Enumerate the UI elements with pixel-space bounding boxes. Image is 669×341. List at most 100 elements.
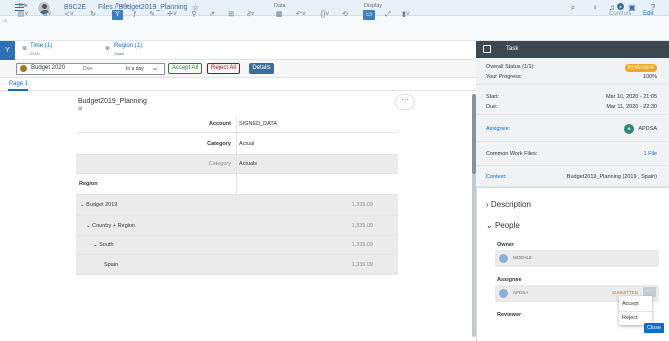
overall-status-label: Overall Status (1/1): [486,64,535,70]
tab-page-1[interactable]: Page 1 [9,81,28,87]
row-value: 1,339.09 [351,223,373,229]
undo-icon[interactable]: ↶˅ [294,10,308,20]
refresh-icon[interactable]: ↻ [88,10,98,20]
fullscreen-icon[interactable]: ⤢ [383,10,393,20]
region-header-value [236,174,398,194]
row-value: SIGNED_DATA [236,116,398,132]
row-header: Category [207,141,231,147]
table-icon[interactable]: ▦ [274,10,284,20]
assignee-card-avatar-icon [499,289,508,298]
bookmark-icon[interactable]: ▮˅ [399,10,413,20]
table-row[interactable]: ⌄ South 1,339.09 [76,236,398,255]
files-label: Common Work Files: [486,151,538,157]
notification-badge: ● [617,3,624,10]
table-row[interactable]: ⌄ Country + Region 1,339.09 [76,216,398,236]
version-dot-icon [20,65,27,72]
filter-region-sub: Spain [114,51,125,56]
table-row[interactable]: ⌄ Budget 2019 1,339.09 [76,195,398,216]
filter-time-sub: 2019 [30,51,39,56]
more-options-button[interactable]: ··· [396,95,414,109]
menu-accept[interactable]: Accept [622,301,639,307]
group-file-label: File [19,3,28,9]
group-tools-label: Tools [116,3,129,9]
close-button[interactable]: Close [644,323,664,333]
filter-token-icon: ⊗ [105,46,111,52]
filter-region-title[interactable]: Region (1) [114,43,142,49]
trend-icon[interactable]: ↗ [207,10,217,20]
table-row: Category Actual [76,133,398,155]
table-title: Budget2019_Planning [78,98,147,105]
filter-token-icon: ⊗ [22,46,28,52]
description-label: Description [490,200,531,209]
task-panel-header [476,41,669,58]
history-icon[interactable]: ⟲ [340,10,350,20]
row-value: 1,339.09 [351,262,373,268]
version-name: Budget 2020 [31,65,66,71]
due-date-label: Due: [486,104,498,110]
status-badge: IN REVIEW [624,64,657,72]
table-row[interactable]: Spain 1,339.09 [76,255,398,275]
table-row: Region [76,174,398,195]
search-icon[interactable]: ⌕ [568,3,578,13]
due-value: In a day [126,66,144,72]
row-value: Actual [236,133,398,154]
save-icon[interactable]: ▤˅ [16,10,30,20]
filter-toggle-icon[interactable]: Y [0,41,15,60]
toolbar [0,16,669,41]
collapse-toolbar-icon[interactable]: ^ [4,20,7,26]
menu-reject[interactable]: Reject [622,315,638,321]
assignee-section-label: Assignee [497,277,522,283]
menu-divider [619,311,652,312]
chart-icon[interactable]: ⚲ [189,10,199,20]
share-icon[interactable]: ≺˅ [62,10,76,20]
edit-icon[interactable]: ✎ [147,10,157,20]
task-icon [483,45,491,53]
row-header: Category [208,161,231,167]
filter-bar [0,41,476,60]
link-icon[interactable]: ∂˅ [244,10,258,20]
page-bar [0,78,476,91]
row-value: 1,339.09 [351,242,373,248]
edit-link[interactable]: Edit [643,11,653,17]
divider [476,187,669,188]
comment-icon[interactable]: ▭ [363,10,375,20]
row-label[interactable]: ⌄ Budget 2019 [80,195,117,216]
start-value: Mar 10, 2020 - 21:05 [605,94,657,100]
filter-icon[interactable]: Y [112,10,123,20]
filter-time-title[interactable]: Time (1) [30,43,52,49]
lightbulb-icon[interactable]: ♀ [590,3,600,13]
group-display-label: Display [364,3,383,9]
row-label[interactable]: ⌄ Country + Region [86,216,135,236]
task-panel-title: Task [506,46,519,52]
assignee-status: SUBMITTED [612,290,639,295]
row-label[interactable]: ⌄ South [93,236,114,255]
due-date-value: Mar 11, 2020 - 22:30 [606,104,657,110]
grid-icon[interactable]: ⊞ [226,10,236,20]
row-label-text: Budget 2019 [86,202,118,208]
region-header: Region [79,181,98,187]
people-toggle[interactable]: ⌄ People [486,221,520,230]
dates-section [476,85,669,115]
owner-label: Owner [497,242,515,248]
accept-all-button[interactable]: Accept All [168,63,202,74]
row-label[interactable]: Spain [104,255,118,275]
due-label: Due: [83,66,94,72]
brackets-icon[interactable]: {}˅ [318,10,332,20]
context-label: Context: [486,174,507,180]
description-toggle[interactable]: › Description [486,200,531,209]
row-header: Account [209,121,231,127]
files-link[interactable]: 1 File [644,151,657,157]
chevron-down-icon[interactable]: ⌄ [152,64,158,72]
controls-link[interactable]: Controls [609,11,631,17]
details-button[interactable]: Details [249,63,274,74]
reviewer-label: Reviewer [497,312,522,318]
people-label: People [494,221,520,230]
reject-all-button[interactable]: Reject All [207,63,240,74]
assignee-avatar-icon: ● [624,124,634,134]
assignee-card-name: APDSA [513,290,529,295]
copy-icon[interactable]: ⧉˅ [40,10,54,20]
cross-calc-icon[interactable]: ✛˅ [165,10,179,20]
formula-icon[interactable]: ƒ [130,10,140,20]
assignee-value[interactable]: APDSA [638,126,657,132]
owner-name: MOEHL8 [513,255,532,260]
